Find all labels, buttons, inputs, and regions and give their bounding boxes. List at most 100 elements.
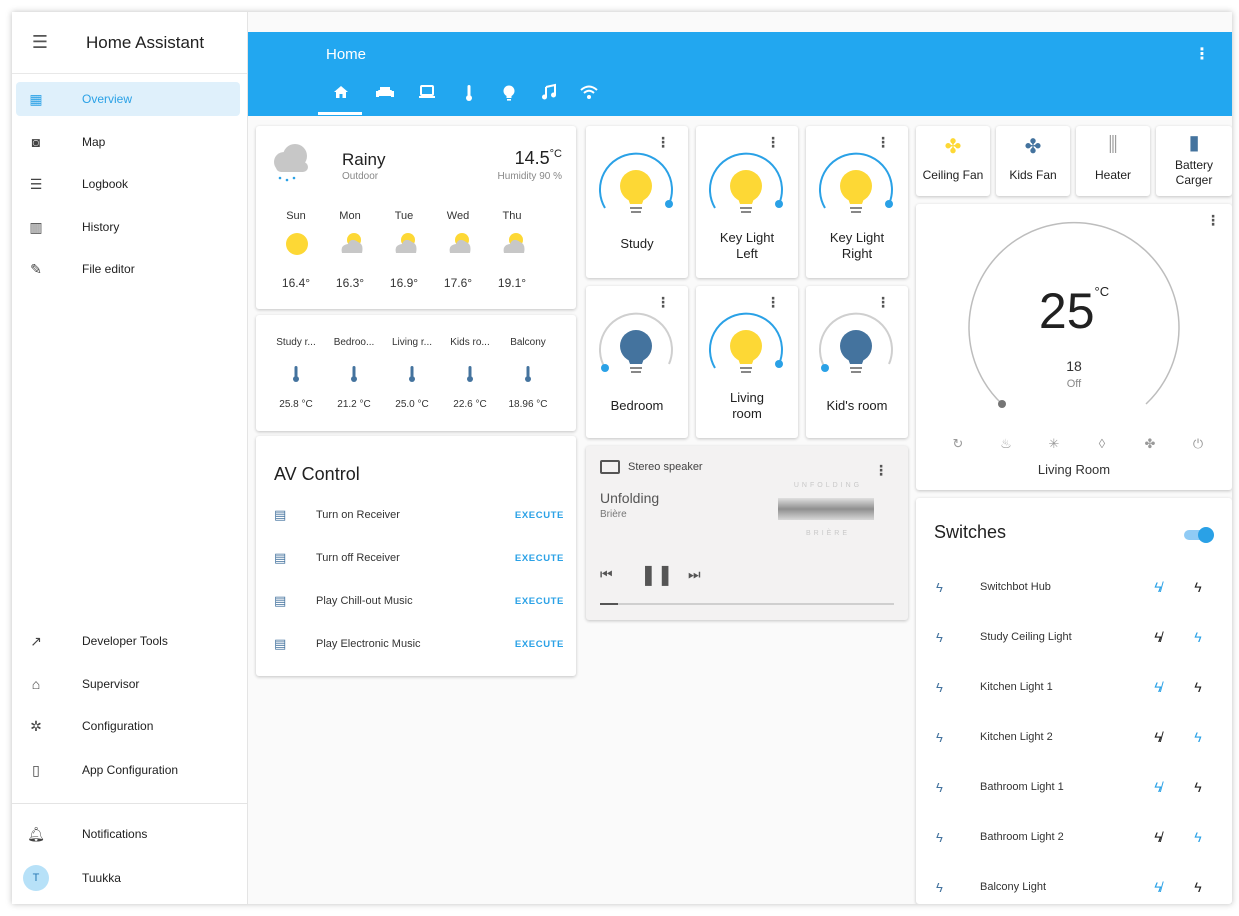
sidebar-header: ☰ Home Assistant [12,12,247,74]
fan-icon[interactable]: ✤ [1138,436,1162,452]
fire-icon[interactable]: ♨ [994,436,1018,452]
more-options-icon[interactable]: ⋮ [874,462,888,479]
heater-icon: ⫼ [1108,134,1118,156]
previous-track-icon[interactable]: ⏮ [600,566,613,583]
tab-lightbulb-icon[interactable] [494,84,524,110]
turn-off-button[interactable]: ϟ̸ [1138,729,1178,745]
partly-cloudy-icon [341,233,363,253]
light-card-bedroom[interactable]: ⋮ Bedroom [586,286,688,438]
brightness-dial[interactable] [816,308,896,388]
button-kids-fan[interactable]: ✤ Kids Fan [996,126,1070,196]
switch-name: Study Ceiling Light [980,631,1072,643]
turn-on-button[interactable]: ϟ [1178,679,1218,695]
turn-off-button[interactable]: ϟ̸ [1138,829,1178,845]
button-name: Battery Carger [1156,158,1232,188]
turn-on-button[interactable]: ϟ [1178,779,1218,795]
snowflake-icon[interactable]: ✳ [1042,436,1066,452]
lightbulb-icon [620,330,652,373]
thermometer-icon[interactable] [442,365,498,386]
button-ceiling-fan[interactable]: ✤ Ceiling Fan [916,126,990,196]
thermometer-icon[interactable] [500,365,556,386]
turn-on-button[interactable]: ϟ [1178,879,1218,895]
brightness-dial[interactable] [706,148,786,228]
top-app-bar: Home ⋮ [248,32,1232,116]
switch-row: ϟ Balcony Light ϟ̸ ϟ [936,872,1218,902]
power-icon[interactable]: ⏻ [1186,436,1210,452]
card-title: AV Control [274,464,360,484]
forecast-temp: 19.1° [497,276,527,290]
turn-off-button[interactable]: ϟ̸ [1138,629,1178,645]
brightness-dial[interactable] [596,308,676,388]
sidebar-item-developer-tools[interactable]: ↗ Developer Tools [16,624,240,658]
light-name-line: Key Light [719,230,775,245]
more-options-icon[interactable]: ⋮ [1194,44,1210,64]
water-icon[interactable]: ◊ [1090,436,1114,451]
sensor-name: Study r... [276,337,316,348]
menu-collapse-icon[interactable]: ☰ [20,32,60,53]
button-battery-charger[interactable]: ▮ Battery Carger [1156,126,1232,196]
sidebar-item-overview[interactable]: ▦ Overview [16,82,240,116]
button-heater[interactable]: ⫼ Heater [1076,126,1150,196]
gear-icon: ✲ [30,717,42,734]
more-options-icon[interactable]: ⋮ [1206,212,1220,229]
thermometer-icon[interactable] [326,365,382,386]
light-name-line: Kid's room [826,398,888,413]
sidebar: ☰ Home Assistant ▦ Overview ◙ Map ☰ Logb… [12,12,248,904]
sidebar-item-notifications[interactable]: 🔔︎ Notifications [16,817,240,851]
tab-wifi-icon[interactable] [574,84,604,110]
brightness-dial[interactable] [816,148,896,228]
avatar: T [23,865,49,891]
sidebar-item-app-configuration[interactable]: ▯ App Configuration [16,753,240,787]
execute-button[interactable]: EXECUTE [515,553,564,564]
switch-row: ϟ Study Ceiling Light ϟ̸ ϟ [936,622,1218,652]
pause-icon[interactable]: ❚❚ [640,562,674,587]
forecast-temp: 16.9° [389,276,419,290]
sidebar-item-map[interactable]: ◙ Map [16,125,240,159]
turn-off-button[interactable]: ϟ̸ [1138,679,1178,695]
sidebar-item-profile[interactable]: T Tuukka [16,861,240,895]
thermostat-card[interactable]: ⋮ 25°C 18 Off ↻ ♨ ✳ ◊ ✤ ⏻ Living Room [916,204,1232,490]
turn-off-button[interactable]: ϟ̸ [1138,779,1178,795]
tab-sofa-icon[interactable] [370,84,400,110]
tab-laptop-icon[interactable] [412,84,442,110]
execute-button[interactable]: EXECUTE [515,510,564,521]
media-progress-bar[interactable] [600,603,894,605]
sidebar-item-configuration[interactable]: ✲ Configuration [16,709,240,743]
sidebar-item-logbook[interactable]: ☰ Logbook [16,167,240,201]
light-card-key-light-right[interactable]: ⋮ Key Light Right [806,126,908,278]
thermometer-icon[interactable] [268,365,324,386]
light-card-kids-room[interactable]: ⋮ Kid's room [806,286,908,438]
map-icon: ◙ [31,134,41,150]
turn-on-button[interactable]: ϟ [1178,629,1218,645]
turn-off-button[interactable]: ϟ̸ [1138,879,1178,895]
turn-off-button[interactable]: ϟ̸ [1138,579,1178,595]
turn-on-button[interactable]: ϟ [1178,829,1218,845]
sidebar-item-supervisor[interactable]: ⌂ Supervisor [16,667,240,701]
turn-on-button[interactable]: ϟ [1178,579,1218,595]
light-card-study[interactable]: ⋮ Study [586,126,688,278]
light-card-key-light-left[interactable]: ⋮ Key Light Left [696,126,798,278]
turn-on-button[interactable]: ϟ [1178,729,1218,745]
tab-thermometer-icon[interactable] [454,84,484,110]
sidebar-item-label: Notifications [82,827,148,841]
next-track-icon[interactable]: ⏭ [688,566,701,583]
sidebar-item-file-editor[interactable]: ✎ File editor [16,252,240,286]
execute-button[interactable]: EXECUTE [515,639,564,650]
tab-home-icon[interactable] [326,84,356,110]
weather-humidity: Humidity 90 % [497,171,562,182]
light-card-living-room[interactable]: ⋮ Living room [696,286,798,438]
thermometer-icon[interactable] [384,365,440,386]
tab-music-icon[interactable] [534,83,564,110]
execute-button[interactable]: EXECUTE [515,596,564,607]
sidebar-item-history[interactable]: ▥ History [16,210,240,244]
brightness-dial[interactable] [596,148,676,228]
media-player-card[interactable]: Stereo speaker ⋮ Unfolding Brière UNFOLD… [586,446,908,620]
button-name-line: Ceiling Fan [922,168,984,182]
weather-card[interactable]: Rainy Outdoor 14.5°C Humidity 90 % Sun M… [256,126,576,309]
auto-icon[interactable]: ↻ [946,436,970,452]
brightness-dial[interactable] [706,308,786,388]
forecast-temp: 16.3° [335,276,365,290]
switch-name: Kitchen Light 2 [980,731,1053,743]
album-art-image [778,498,874,520]
master-toggle[interactable] [1184,527,1214,543]
